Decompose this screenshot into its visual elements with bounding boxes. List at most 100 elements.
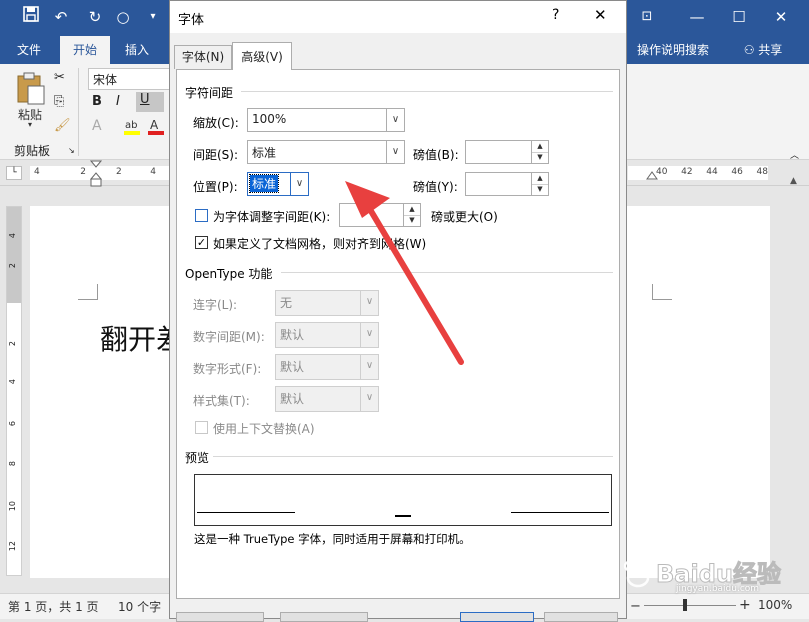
set-default-button[interactable] bbox=[176, 612, 264, 622]
num-form-select[interactable]: 默认 ∨ bbox=[275, 354, 379, 380]
position-select[interactable]: 标准 ∨ bbox=[247, 172, 309, 196]
minimize-icon[interactable]: — bbox=[686, 6, 708, 28]
status-word-count[interactable]: 10 个字 bbox=[118, 598, 161, 615]
style-set-value: 默认 bbox=[280, 392, 305, 406]
ligatures-select[interactable]: 无 ∨ bbox=[275, 290, 379, 316]
font-name-box[interactable]: 宋体 bbox=[88, 68, 170, 90]
position-pt-spinner[interactable]: ▲ ▼ bbox=[465, 172, 549, 196]
ruler-numbers-left: 4 2 bbox=[34, 167, 86, 177]
margin-mark-right bbox=[652, 284, 672, 300]
preview-note: 这是一种 TrueType 字体，同时适用于屏幕和打印机。 bbox=[194, 532, 471, 546]
maximize-icon[interactable]: ☐ bbox=[728, 6, 750, 28]
kerning-checkbox[interactable] bbox=[195, 209, 208, 222]
chevron-down-icon[interactable]: ∨ bbox=[386, 109, 404, 131]
italic-button[interactable]: I bbox=[116, 94, 120, 109]
tab-home[interactable]: 开始 bbox=[60, 36, 110, 64]
num-spacing-select[interactable]: 默认 ∨ bbox=[275, 322, 379, 348]
ribbon-display-icon[interactable]: ⊡ bbox=[636, 6, 658, 28]
zoom-in-icon[interactable]: + bbox=[739, 597, 751, 613]
help-icon[interactable]: ? bbox=[552, 7, 559, 23]
kerning-spinner[interactable]: ▲ ▼ bbox=[339, 203, 421, 227]
grid-checkbox[interactable]: ✓ bbox=[195, 236, 208, 249]
dialog-close-icon[interactable]: ✕ bbox=[594, 6, 607, 24]
share-button[interactable]: ⚇ 共享 bbox=[738, 36, 788, 64]
indent-marker[interactable] bbox=[89, 160, 103, 188]
group-divider bbox=[78, 68, 79, 156]
chevron-down-icon[interactable]: ∨ bbox=[360, 291, 378, 315]
zoom-level[interactable]: 100% bbox=[758, 598, 792, 612]
vertical-scrollbar[interactable] bbox=[783, 190, 807, 593]
text-effects-icon[interactable]: A bbox=[92, 118, 102, 134]
preview-baseline-left bbox=[197, 512, 295, 513]
text-effects-button[interactable] bbox=[280, 612, 368, 622]
paste-icon[interactable] bbox=[14, 72, 48, 108]
spin-down-icon[interactable]: ▼ bbox=[404, 215, 420, 226]
style-set-label: 样式集(T): bbox=[193, 394, 250, 408]
spacing-pt-spinner[interactable]: ▲ ▼ bbox=[465, 140, 549, 164]
format-painter-icon[interactable]: 🖌 bbox=[54, 118, 71, 133]
scale-select[interactable]: 100% ∨ bbox=[247, 108, 405, 132]
cut-icon[interactable]: ✂ bbox=[54, 70, 65, 85]
tab-advanced[interactable]: 高级(V) bbox=[232, 42, 292, 70]
highlight-icon[interactable]: ab bbox=[122, 116, 142, 136]
spin-down-icon[interactable]: ▼ bbox=[532, 152, 548, 163]
ok-button[interactable] bbox=[460, 612, 534, 622]
cancel-button[interactable] bbox=[544, 612, 618, 622]
preview-box bbox=[194, 474, 612, 526]
grid-label: 如果定义了文档网格，则对齐到网格(W) bbox=[213, 237, 427, 251]
customize-quick-access-icon[interactable]: ▾ bbox=[142, 6, 164, 28]
contextual-checkbox[interactable] bbox=[195, 421, 208, 434]
person-icon: ⚇ bbox=[743, 43, 755, 57]
chevron-down-icon[interactable]: ∨ bbox=[386, 141, 404, 163]
kerning-suffix: 磅或更大(O) bbox=[431, 210, 498, 224]
baidu-url: jingyan.baidu.com bbox=[676, 584, 760, 594]
chevron-down-icon[interactable]: ∨ bbox=[360, 387, 378, 411]
preview-baseline-right bbox=[511, 512, 609, 513]
preview-heading: 预览 bbox=[185, 451, 210, 465]
style-set-select[interactable]: 默认 ∨ bbox=[275, 386, 379, 412]
share-label: 共享 bbox=[758, 43, 783, 57]
zoom-slider-thumb[interactable] bbox=[683, 599, 687, 611]
save-icon[interactable] bbox=[20, 6, 42, 28]
font-color-icon[interactable]: A bbox=[146, 116, 166, 136]
scale-label: 缩放(C): bbox=[193, 116, 239, 130]
copy-icon[interactable]: ⎘ bbox=[54, 94, 64, 109]
underline-button[interactable]: U bbox=[136, 92, 164, 112]
bold-button[interactable]: B bbox=[92, 94, 102, 109]
svg-text:ab: ab bbox=[125, 120, 137, 131]
spacing-pt-label: 磅值(B): bbox=[413, 148, 459, 162]
preview-cursor bbox=[395, 515, 411, 517]
paste-dropdown-icon[interactable]: ▾ bbox=[24, 120, 36, 129]
redo-icon[interactable]: ↻ bbox=[84, 6, 106, 28]
tab-file[interactable]: 文件 bbox=[6, 36, 52, 64]
dialog-title-bar: 字体 ? ✕ bbox=[170, 1, 626, 33]
zoom-slider-track[interactable] bbox=[644, 605, 736, 606]
tab-font[interactable]: 字体(N) bbox=[174, 45, 232, 69]
contextual-label: 使用上下文替换(A) bbox=[213, 422, 315, 436]
scroll-up-icon[interactable]: ▲ bbox=[790, 176, 797, 186]
chevron-down-icon[interactable]: ∨ bbox=[290, 173, 308, 195]
position-value: 标准 bbox=[248, 174, 280, 193]
position-pt-label: 磅值(Y): bbox=[413, 180, 458, 194]
opentype-heading: OpenType 功能 bbox=[185, 267, 273, 281]
vertical-ruler: 4 2 2 4 6 8 10 12 bbox=[6, 206, 22, 576]
spin-down-icon[interactable]: ▼ bbox=[532, 184, 548, 195]
status-page-count[interactable]: 第 1 页，共 1 页 bbox=[8, 598, 99, 615]
ligatures-value: 无 bbox=[280, 296, 293, 310]
num-form-value: 默认 bbox=[280, 360, 305, 374]
tab-selector[interactable]: └ bbox=[6, 166, 22, 180]
window-close-icon[interactable]: ✕ bbox=[770, 6, 792, 28]
help-search[interactable]: 操作说明搜索 bbox=[634, 36, 712, 64]
scale-value: 100% bbox=[252, 112, 287, 126]
chevron-down-icon[interactable]: ∨ bbox=[360, 323, 378, 347]
spacing-select[interactable]: 标准 ∨ bbox=[247, 140, 405, 164]
ruler-numbers-right: 40 42 44 46 48 bbox=[656, 167, 768, 177]
zoom-out-icon[interactable]: − bbox=[630, 599, 641, 614]
chevron-down-icon[interactable]: ∨ bbox=[360, 355, 378, 379]
undo-icon[interactable]: ↶ bbox=[50, 6, 72, 28]
vruler-margin bbox=[7, 207, 21, 303]
num-spacing-label: 数字间距(M): bbox=[193, 330, 265, 344]
dialog-launcher-icon[interactable]: ↘ bbox=[68, 146, 75, 155]
circle-icon[interactable]: ○ bbox=[112, 6, 134, 28]
tab-insert[interactable]: 插入 bbox=[114, 36, 160, 64]
